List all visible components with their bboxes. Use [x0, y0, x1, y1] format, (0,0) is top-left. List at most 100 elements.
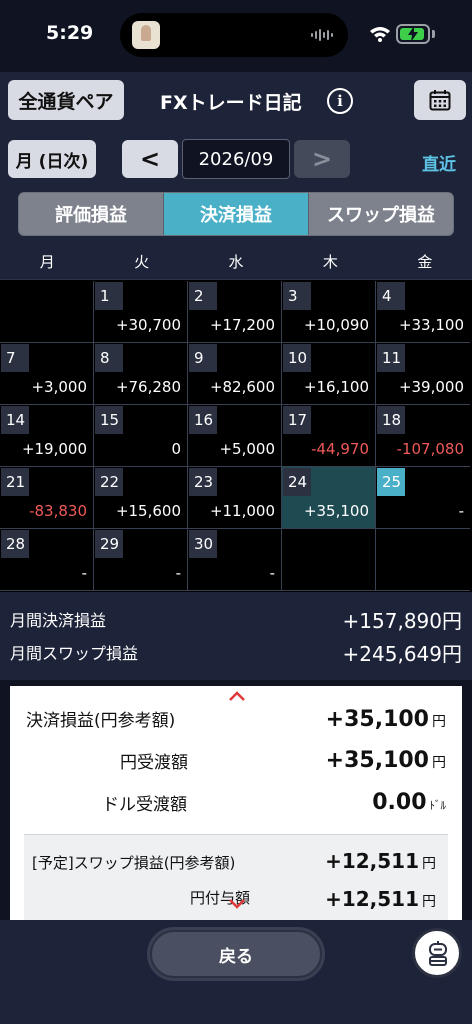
- calendar-day-cell[interactable]: 2 +17,200: [188, 281, 282, 343]
- pl-type-tabs: 評価損益 決済損益 スワップ損益: [18, 192, 454, 236]
- day-pl-value: +35,100: [303, 502, 369, 520]
- day-number: 11: [377, 344, 405, 372]
- day-number: 28: [1, 530, 29, 558]
- day-number: 17: [283, 406, 311, 434]
- monthly-swap-row: 月間スワップ損益 +245,649円: [10, 637, 462, 667]
- calendar-day-cell[interactable]: 3 +10,090: [282, 281, 376, 343]
- monthly-settled-value: +157,890円: [342, 608, 462, 633]
- calendar-empty-cell: [376, 529, 470, 591]
- day-pl-value: +30,700: [115, 316, 181, 334]
- weekday-thu: 木: [322, 253, 338, 271]
- calendar-day-cell[interactable]: 4 +33,100: [376, 281, 470, 343]
- day-number: 14: [1, 406, 29, 434]
- calendar-day-cell[interactable]: 14 +19,000: [0, 405, 94, 467]
- detail-settled-unit: 円: [432, 714, 446, 730]
- back-button[interactable]: 戻る: [150, 930, 322, 978]
- calendar-day-cell[interactable]: 18 -107,080: [376, 405, 470, 467]
- day-number: 21: [1, 468, 29, 496]
- calendar-icon: [429, 90, 451, 111]
- tab-valuation-pl[interactable]: 評価損益: [19, 193, 163, 235]
- prev-month-button[interactable]: <: [122, 140, 178, 178]
- calendar-day-cell[interactable]: 23 +11,000: [188, 467, 282, 529]
- day-number: 25: [377, 468, 405, 496]
- month-display[interactable]: 2026/09: [182, 139, 290, 179]
- day-pl-value: +76,280: [115, 378, 181, 396]
- day-number: 24: [283, 468, 311, 496]
- detail-usd-amount: 0.00: [372, 790, 427, 815]
- day-pl-value: +19,000: [21, 440, 87, 458]
- day-number: 1: [95, 282, 123, 310]
- calendar-day-cell[interactable]: 25 -: [376, 467, 470, 529]
- day-pl-value: +17,200: [209, 316, 275, 334]
- calendar-day-cell[interactable]: 30 -: [188, 529, 282, 591]
- calendar-day-cell[interactable]: 15 0: [94, 405, 188, 467]
- bottom-bar: 戻る: [0, 920, 472, 1024]
- day-pl-value: +82,600: [209, 378, 275, 396]
- info-icon[interactable]: i: [327, 88, 353, 114]
- day-number: 16: [189, 406, 217, 434]
- status-bar: 5:29: [0, 0, 472, 72]
- monthly-settled-label: 月間決済損益: [10, 611, 107, 630]
- currency-pair-button[interactable]: 全通貨ペア: [8, 80, 124, 120]
- day-number: 9: [189, 344, 217, 372]
- detail-yen-label: 円受渡額: [120, 753, 188, 773]
- day-number: 7: [1, 344, 29, 372]
- assistant-button[interactable]: [412, 928, 462, 978]
- day-pl-value: -: [458, 502, 464, 520]
- chat-assistant-icon: [429, 941, 447, 966]
- day-pl-value: -83,830: [29, 502, 87, 520]
- calendar-day-cell[interactable]: 28 -: [0, 529, 94, 591]
- calendar-grid: 1 +30,700 2 +17,200 3 +10,090 4 +33,100 7 +3,000 8…: [0, 281, 472, 591]
- tab-swap-pl[interactable]: スワップ損益: [308, 193, 453, 235]
- calendar-day-cell[interactable]: 29 -: [94, 529, 188, 591]
- calendar-day-cell[interactable]: 8 +76,280: [94, 343, 188, 405]
- calendar-day-cell[interactable]: 10 +16,100: [282, 343, 376, 405]
- battery-tip: [432, 30, 435, 38]
- chevron-down-icon[interactable]: [228, 898, 246, 910]
- day-number: 4: [377, 282, 405, 310]
- detail-settled-amount: +35,100: [325, 707, 429, 732]
- detail-usd-label: ドル受渡額: [102, 795, 187, 815]
- day-pl-value: +15,600: [115, 502, 181, 520]
- detail-yen-amount: +35,100: [325, 748, 429, 773]
- monthly-summary: 月間決済損益 +157,890円 月間スワップ損益 +245,649円: [0, 592, 472, 680]
- day-pl-value: -: [81, 564, 87, 582]
- detail-swap-unit: 円: [422, 856, 436, 872]
- day-pl-value: +16,100: [303, 378, 369, 396]
- day-pl-value: +5,000: [219, 440, 275, 458]
- chevron-up-icon[interactable]: [228, 690, 246, 702]
- next-month-button[interactable]: >: [294, 140, 350, 178]
- page-title: FXトレード日記: [160, 92, 302, 114]
- day-number: 8: [95, 344, 123, 372]
- latest-link[interactable]: 直近: [422, 150, 456, 175]
- day-pl-value: +39,000: [398, 378, 464, 396]
- detail-swap-label: [予定]スワップ損益(円参考額): [32, 854, 236, 872]
- detail-yen-unit: 円: [432, 755, 446, 771]
- weekday-fri: 金: [417, 253, 433, 271]
- day-number: 29: [95, 530, 123, 558]
- audio-wave-icon: [311, 29, 333, 41]
- calendar-day-cell[interactable]: 1 +30,700: [94, 281, 188, 343]
- day-pl-value: +3,000: [31, 378, 87, 396]
- calendar-day-cell[interactable]: 21 -83,830: [0, 467, 94, 529]
- day-number: 30: [189, 530, 217, 558]
- calendar-empty-cell: [282, 529, 376, 591]
- tab-settled-pl[interactable]: 決済損益: [163, 193, 308, 235]
- calendar-day-cell[interactable]: 11 +39,000: [376, 343, 470, 405]
- calendar-day-cell[interactable]: 9 +82,600: [188, 343, 282, 405]
- day-pl-value: +11,000: [209, 502, 275, 520]
- calendar-day-cell[interactable]: 22 +15,600: [94, 467, 188, 529]
- calendar-button[interactable]: [414, 80, 466, 120]
- day-number: 18: [377, 406, 405, 434]
- monthly-settled-row: 月間決済損益 +157,890円: [10, 604, 462, 634]
- day-detail-panel[interactable]: 決済損益(円参考額) +35,100 円 円受渡額 +35,100 円 ドル受渡額 …: [10, 686, 462, 920]
- view-mode-button[interactable]: 月 (日次): [8, 140, 96, 178]
- calendar: 月 火 水 木 金 1 +30,700 2 +17,200 3 +10,090 4 +33,1…: [0, 244, 472, 592]
- day-number: 22: [95, 468, 123, 496]
- dynamic-island[interactable]: [120, 13, 348, 57]
- calendar-day-cell[interactable]: 24 +35,100: [282, 467, 376, 529]
- calendar-day-cell[interactable]: 17 -44,970: [282, 405, 376, 467]
- weekday-tue: 火: [134, 253, 150, 271]
- calendar-day-cell[interactable]: 7 +3,000: [0, 343, 94, 405]
- calendar-day-cell[interactable]: 16 +5,000: [188, 405, 282, 467]
